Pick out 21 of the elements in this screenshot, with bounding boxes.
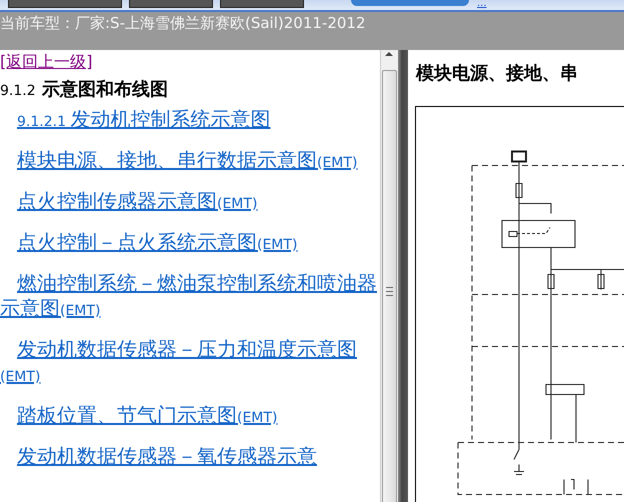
toolbar-button[interactable] — [351, 0, 469, 6]
toolbar-tab[interactable] — [8, 0, 122, 8]
diagram-link[interactable]: 点火控制－点火系统示意图(EMT) — [0, 230, 380, 258]
document-title: 模块电源、接地、串 — [416, 62, 579, 86]
diagram-link[interactable]: 9.1.2.1 发动机控制系统示意图 — [0, 107, 380, 135]
pane-splitter[interactable] — [398, 50, 408, 502]
scroll-up-icon[interactable] — [385, 50, 393, 56]
scrollbar-thumb[interactable] — [382, 70, 397, 502]
toolbar-tab[interactable] — [220, 0, 304, 8]
diagram-link[interactable]: 发动机数据传感器－压力和温度示意图 (EMT) — [0, 337, 380, 390]
diagram-link[interactable]: 发动机数据传感器－氧传感器示意 — [0, 444, 380, 469]
vehicle-model-title: 当前车型：厂家:S-上海雪佛兰新赛欧(Sail)2011-2012 — [0, 14, 366, 32]
back-link[interactable]: [返回上一级] — [0, 52, 92, 72]
diagram-link[interactable]: 踏板位置、节气门示意图(EMT) — [0, 403, 380, 431]
scrollbar[interactable] — [380, 50, 398, 502]
diagram-link[interactable]: 点火控制传感器示意图(EMT) — [0, 189, 380, 217]
diagram-link[interactable]: 燃油控制系统－燃油泵控制系统和喷油器示意图(EMT) — [0, 271, 380, 324]
more-link[interactable]: ... — [477, 0, 487, 8]
diagram-link[interactable]: 模块电源、接地、串行数据示意图(EMT) — [0, 148, 380, 176]
section-heading: 9.1.2 示意图和布线图 — [0, 78, 169, 102]
toolbar-tab[interactable] — [129, 0, 213, 8]
